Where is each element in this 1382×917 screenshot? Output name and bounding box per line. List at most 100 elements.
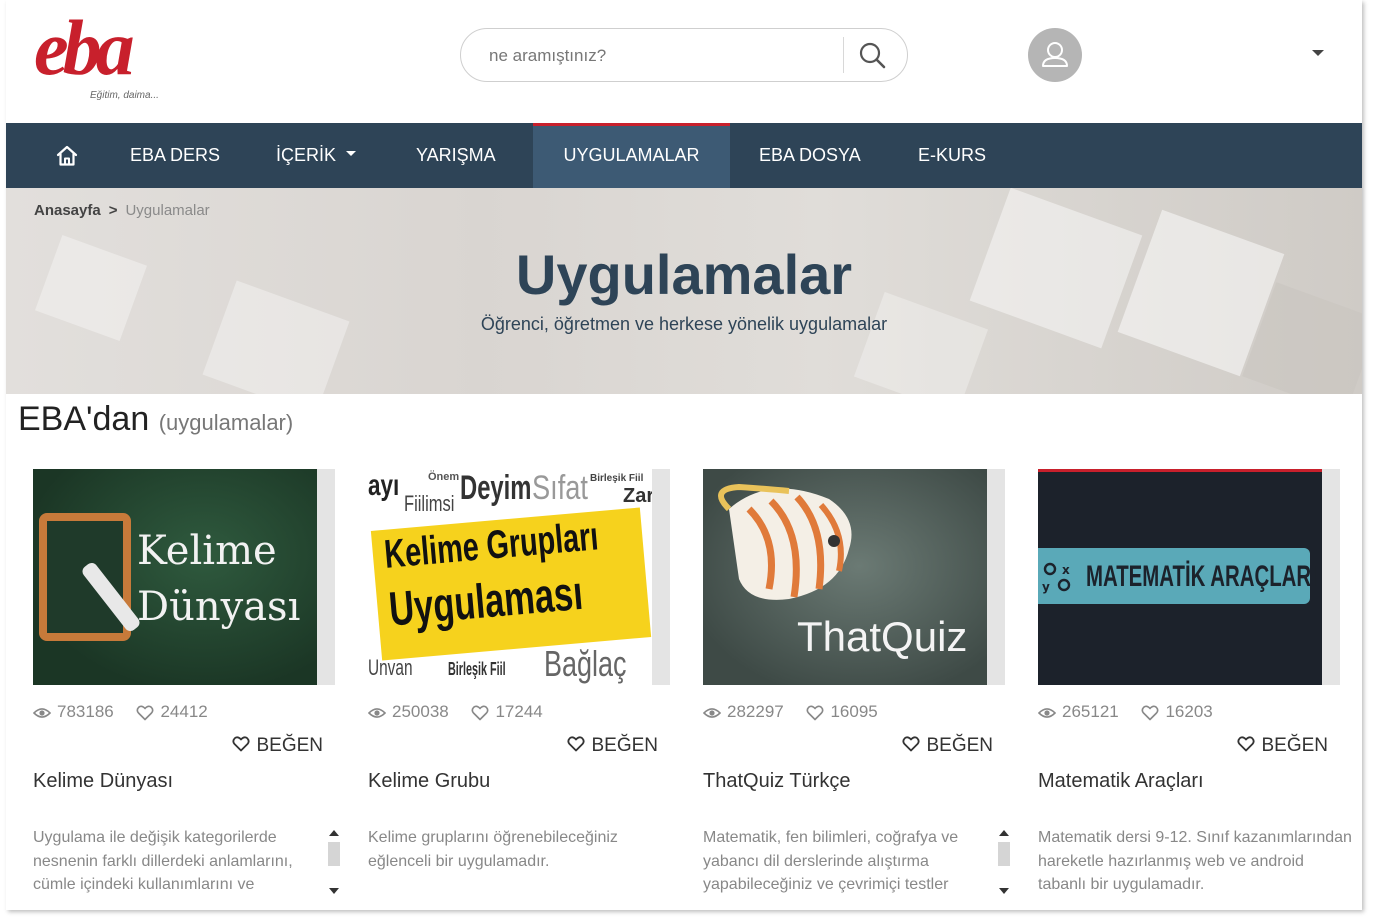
nav-item-eba-dosya[interactable]: EBA DOSYA <box>759 123 861 188</box>
app-thumbnail[interactable]: Kelime Dünyası <box>33 469 317 685</box>
scroll-up-icon[interactable] <box>999 830 1009 836</box>
like-count: 24412 <box>160 702 208 721</box>
heart-icon <box>1141 705 1159 720</box>
app-card: ayı Önem Deyim Sıfat Birleşik Fiil Zar f … <box>367 469 670 909</box>
eba-logo[interactable]: eba Eğitim, daima... <box>34 8 184 108</box>
app-stats: 783186 24412 <box>32 702 208 722</box>
thumb-title: MATEMATİK ARAÇLARI <box>1086 560 1317 593</box>
app-card: x y MATEMATİK ARAÇLARI 265121 16203 BEĞE… <box>1037 469 1352 909</box>
app-stats: 265121 16203 <box>1037 702 1213 722</box>
app-title[interactable]: ThatQuiz Türkçe <box>703 770 850 793</box>
search-divider <box>843 37 844 73</box>
scroll-down-icon[interactable] <box>999 888 1009 894</box>
main-nav: EBA DERS İÇERİK YARIŞMA UYGULAMALAR EBA … <box>6 123 1362 188</box>
section-title-sub: (uygulamalar) <box>158 410 294 435</box>
heart-icon <box>806 705 824 720</box>
logo-text: eba <box>34 4 135 91</box>
search-input[interactable] <box>487 41 831 71</box>
thumb-line: Dünyası <box>137 584 301 630</box>
user-menu-caret[interactable] <box>1312 50 1324 56</box>
thumb-word: Deyim <box>460 469 532 507</box>
thumb-shadow <box>652 469 670 685</box>
nav-item-eba-ders[interactable]: EBA DERS <box>130 123 220 188</box>
app-card: ThatQuiz 282297 16095 BEĞEN ThatQuiz Tür… <box>702 469 1010 909</box>
nav-home-button[interactable] <box>54 143 80 169</box>
breadcrumb-current: Uygulamalar <box>125 202 210 219</box>
thumb-word: Birleşik Fiil <box>590 473 644 484</box>
decor-cube <box>853 291 989 394</box>
thumb-shadow <box>1322 469 1340 685</box>
eye-icon <box>702 707 722 718</box>
user-icon <box>1042 42 1068 67</box>
like-count: 17244 <box>495 702 543 721</box>
like-button[interactable]: BEĞEN <box>232 735 323 757</box>
like-button-label: BEĞEN <box>591 735 658 756</box>
thumb-word: Önem <box>428 471 460 483</box>
nav-item-e-kurs[interactable]: E-KURS <box>918 123 986 188</box>
view-count: 265121 <box>1062 702 1119 721</box>
app-title[interactable]: Kelime Dünyası <box>33 770 173 793</box>
app-description: Uygulama ile değişik kategorilerde nesne… <box>33 829 293 893</box>
breadcrumb-separator: > <box>108 202 118 219</box>
gear-icon: x y <box>1042 562 1071 594</box>
like-count: 16203 <box>1165 702 1213 721</box>
page: eba Eğitim, daima... EBA DERS <box>6 0 1362 910</box>
like-button[interactable]: BEĞEN <box>902 735 993 757</box>
hero-banner: Anasayfa > Uygulamalar Uygulamalar Öğrenci… <box>6 188 1362 394</box>
description-scrollbar[interactable] <box>997 826 1011 898</box>
app-title[interactable]: Matematik Araçları <box>1038 770 1204 793</box>
like-button[interactable]: BEĞEN <box>567 735 658 757</box>
like-button-label: BEĞEN <box>926 735 993 756</box>
thumb-word: Unvan <box>368 655 413 680</box>
thumb-word: Birleşik Fiil <box>448 659 506 679</box>
breadcrumb: Anasayfa > Uygulamalar <box>34 202 210 219</box>
thumb-title: ThatQuiz <box>797 613 968 660</box>
eye-icon <box>1037 707 1057 718</box>
app-thumbnail[interactable]: ThatQuiz <box>703 469 987 685</box>
heart-icon <box>1237 736 1256 752</box>
view-count: 282297 <box>727 702 784 721</box>
home-icon <box>56 145 78 166</box>
section-title: EBA'dan (uygulamalar) <box>18 400 293 439</box>
fish-icon <box>718 483 852 600</box>
view-count: 250038 <box>392 702 449 721</box>
thumb-word: Zarf <box>623 485 652 507</box>
scroll-down-icon[interactable] <box>329 888 339 894</box>
nav-item-uygulamalar[interactable]: UYGULAMALAR <box>533 123 730 188</box>
description-scrollbar[interactable] <box>327 826 341 898</box>
eye-icon <box>367 707 387 718</box>
app-title[interactable]: Kelime Grubu <box>368 770 490 793</box>
chevron-down-icon <box>346 150 357 156</box>
app-description: Matematik, fen bilimleri, coğrafya ve ya… <box>703 829 959 893</box>
thumb-word: Sıfat <box>532 469 588 507</box>
heart-icon <box>232 736 251 752</box>
heart-icon <box>567 736 586 752</box>
nav-item-yarisma[interactable]: YARIŞMA <box>416 123 496 188</box>
thumb-word: Fiilimsi <box>404 491 455 516</box>
like-button[interactable]: BEĞEN <box>1237 735 1328 757</box>
scrollbar-thumb[interactable] <box>328 842 340 866</box>
logo-tagline: Eğitim, daima... <box>90 90 159 101</box>
page-title: Uygulamalar <box>515 243 853 306</box>
scroll-up-icon[interactable] <box>329 830 339 836</box>
avatar[interactable] <box>1028 28 1082 82</box>
thumb-shadow <box>317 469 335 685</box>
svg-text:x: x <box>1062 563 1070 577</box>
app-stats: 250038 17244 <box>367 702 543 722</box>
scrollbar-thumb[interactable] <box>998 842 1010 866</box>
app-stats: 282297 16095 <box>702 702 878 722</box>
heart-icon <box>471 705 489 720</box>
search-icon <box>859 42 886 69</box>
breadcrumb-home-link[interactable]: Anasayfa <box>34 202 101 219</box>
eye-icon <box>32 707 52 718</box>
svg-text:y: y <box>1042 580 1050 594</box>
app-thumbnail[interactable]: ayı Önem Deyim Sıfat Birleşik Fiil Zar f … <box>368 469 652 685</box>
like-button-label: BEĞEN <box>1261 735 1328 756</box>
app-thumbnail[interactable]: x y MATEMATİK ARAÇLARI <box>1038 469 1322 685</box>
thumb-shadow <box>987 469 1005 685</box>
app-description: Kelime gruplarını öğrenebileceğiniz eğle… <box>368 829 618 870</box>
thumb-word: Bağlaç <box>544 643 627 684</box>
app-card: Kelime Dünyası 783186 24412 BEĞEN Kelime… <box>32 469 340 909</box>
nav-item-icerik[interactable]: İÇERİK <box>276 123 357 188</box>
search-button[interactable] <box>853 39 893 73</box>
